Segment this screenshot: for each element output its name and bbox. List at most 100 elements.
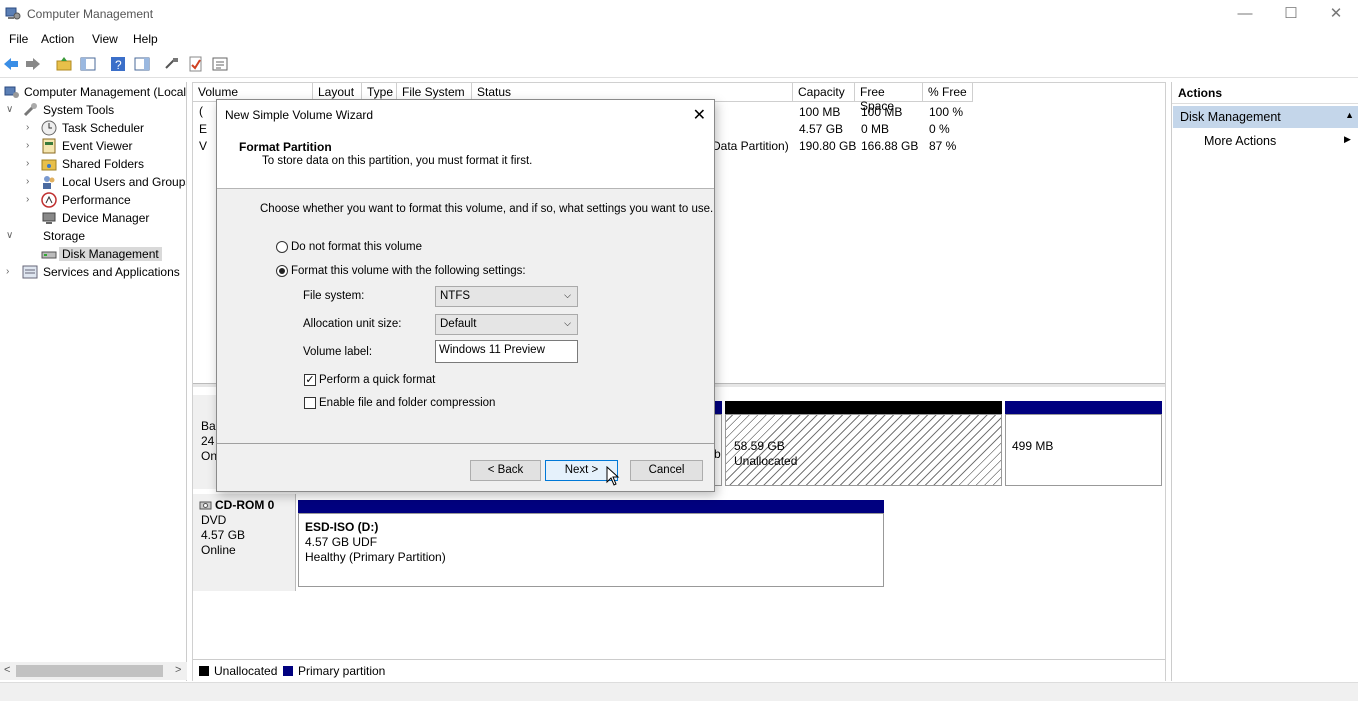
- capacity-cell: 4.57 GB: [799, 122, 844, 136]
- chevron-down-icon[interactable]: ∨: [6, 104, 13, 115]
- tree-label: Shared Folders: [62, 157, 145, 171]
- chevron-down-icon[interactable]: ∨: [6, 230, 13, 241]
- show-action-pane-icon[interactable]: [134, 56, 150, 72]
- maximize-button[interactable]: ☐: [1268, 0, 1314, 28]
- scroll-right-icon[interactable]: >: [175, 664, 181, 676]
- menu-help[interactable]: Help: [133, 32, 158, 46]
- recovery-partition[interactable]: 499 MB: [1005, 414, 1162, 486]
- cancel-button[interactable]: Cancel: [630, 460, 703, 481]
- cdrom-volume[interactable]: ESD-ISO (D:) 4.57 GB UDF Healthy (Primar…: [298, 513, 884, 587]
- tree-label: System Tools: [43, 103, 115, 117]
- do-not-format-label[interactable]: Do not format this volume: [291, 241, 422, 253]
- file-system-select[interactable]: NTFS ⌵: [435, 286, 578, 307]
- scroll-left-icon[interactable]: <: [4, 664, 10, 676]
- chevron-right-icon[interactable]: ›: [26, 140, 29, 151]
- tree-label: Services and Applications: [43, 265, 180, 279]
- connect-icon[interactable]: [164, 56, 180, 72]
- menu-view[interactable]: View: [92, 32, 118, 46]
- tree-item-system-tools[interactable]: ∨ System Tools: [0, 101, 186, 119]
- do-not-format-radio[interactable]: [276, 241, 288, 253]
- format-volume-label[interactable]: Format this volume with the following se…: [291, 265, 526, 277]
- shared-folder-icon: [41, 159, 57, 171]
- chevron-right-icon[interactable]: ›: [6, 266, 9, 277]
- users-icon: [43, 176, 55, 189]
- menu-bar: File Action View Help: [0, 29, 1358, 50]
- allocation-unit-select[interactable]: Default ⌵: [435, 314, 578, 335]
- dialog-close-icon[interactable]: ✕: [693, 105, 706, 125]
- scrollbar-thumb[interactable]: [16, 665, 163, 677]
- quick-format-label[interactable]: Perform a quick format: [319, 374, 435, 386]
- event-log-icon: [42, 138, 56, 154]
- tree-item-storage[interactable]: ∨ Storage: [0, 227, 186, 245]
- column-header-capacity[interactable]: Capacity: [793, 83, 855, 102]
- help-icon[interactable]: ?: [110, 56, 126, 72]
- volume-label-label: Volume label:: [303, 346, 373, 358]
- toolbar: ?: [0, 51, 1358, 78]
- minimize-button[interactable]: —: [1222, 0, 1268, 28]
- back-button[interactable]: < Back: [470, 460, 541, 481]
- tree-item-device-manager[interactable]: Device Manager: [0, 209, 186, 227]
- chevron-right-icon[interactable]: ›: [26, 158, 29, 169]
- collapse-up-icon[interactable]: ▲: [1345, 110, 1354, 120]
- device-manager-icon: [42, 212, 56, 224]
- window-title: Computer Management: [27, 7, 154, 21]
- quick-format-checkbox[interactable]: ✓: [304, 374, 316, 386]
- tree-label: Local Users and Groups: [62, 175, 187, 189]
- chevron-right-icon[interactable]: ›: [26, 194, 29, 205]
- legend: Unallocated Primary partition: [193, 659, 1165, 681]
- format-volume-radio[interactable]: [276, 265, 288, 277]
- legend-primary-swatch: [283, 666, 293, 676]
- new-simple-volume-wizard-dialog: New Simple Volume Wizard ✕ Format Partit…: [216, 99, 715, 492]
- tree-item-shared-folders[interactable]: › Shared Folders: [0, 155, 186, 173]
- cdrom-volume-fs: 4.57 GB UDF: [305, 535, 378, 549]
- cdrom-0-label[interactable]: CD-ROM 0 DVD 4.57 GB Online: [193, 494, 296, 591]
- tree-item-task-scheduler[interactable]: › Task Scheduler: [0, 119, 186, 137]
- tree-horizontal-scrollbar[interactable]: < >: [0, 662, 187, 680]
- unallocated-partition[interactable]: 58.59 GB Unallocated: [725, 414, 1002, 486]
- volume-cell: E: [199, 122, 208, 136]
- computer-management-icon: [5, 7, 21, 20]
- computer-management-icon: [4, 86, 19, 98]
- back-arrow-icon[interactable]: [3, 56, 19, 72]
- legend-primary-label: Primary partition: [298, 664, 386, 678]
- properties-check-icon[interactable]: [188, 56, 204, 72]
- menu-file[interactable]: File: [9, 32, 28, 46]
- allocation-unit-value: Default: [440, 318, 477, 330]
- wizard-heading: Format Partition: [239, 140, 332, 154]
- actions-pane: Actions Disk Management ▲ More Actions ▶: [1171, 82, 1358, 681]
- column-header-percent-free[interactable]: % Free: [923, 83, 973, 102]
- disk-icon: [41, 251, 57, 259]
- cdrom-size: 4.57 GB: [201, 528, 246, 542]
- recovery-size: 499 MB: [1012, 439, 1054, 453]
- forward-arrow-icon[interactable]: [25, 56, 41, 72]
- volume-cell: V: [199, 139, 208, 153]
- legend-unallocated-swatch: [199, 666, 209, 676]
- tree-item-performance[interactable]: › Performance: [0, 191, 186, 209]
- more-actions-link[interactable]: More Actions: [1204, 134, 1276, 148]
- menu-action[interactable]: Action: [41, 32, 74, 46]
- tree-item-event-viewer[interactable]: › Event Viewer: [0, 137, 186, 155]
- tree-item-local-users[interactable]: › Local Users and Groups: [0, 173, 186, 191]
- tree-label: Event Viewer: [62, 139, 133, 153]
- tree-label: Device Manager: [62, 211, 150, 225]
- status-bar: [0, 682, 1358, 701]
- chevron-right-icon[interactable]: ›: [26, 122, 29, 133]
- percent-free-cell: 87 %: [929, 139, 957, 153]
- title-bar: Computer Management — ☐ ✕: [0, 0, 1358, 28]
- close-button[interactable]: ✕: [1313, 0, 1358, 28]
- column-header-free-space[interactable]: Free Space: [855, 83, 923, 113]
- list-view-icon[interactable]: [212, 56, 228, 72]
- tree-item-disk-management[interactable]: Disk Management: [0, 245, 186, 263]
- tree-root-computer-management[interactable]: Computer Management (Local: [2, 83, 186, 101]
- unallocated-label: Unallocated: [734, 454, 798, 468]
- compression-checkbox[interactable]: [304, 397, 316, 409]
- volume-label-input[interactable]: Windows 11 Preview: [435, 340, 578, 363]
- status-cell: Data Partition): [712, 139, 789, 153]
- up-folder-icon[interactable]: [56, 56, 72, 72]
- chevron-right-icon[interactable]: ›: [26, 176, 29, 187]
- tree-item-services[interactable]: › Services and Applications: [0, 263, 186, 281]
- actions-section-disk-management[interactable]: Disk Management ▲: [1173, 106, 1358, 128]
- show-hide-tree-icon[interactable]: [80, 56, 96, 72]
- compression-label[interactable]: Enable file and folder compression: [319, 397, 495, 409]
- allocation-unit-label: Allocation unit size:: [303, 318, 402, 330]
